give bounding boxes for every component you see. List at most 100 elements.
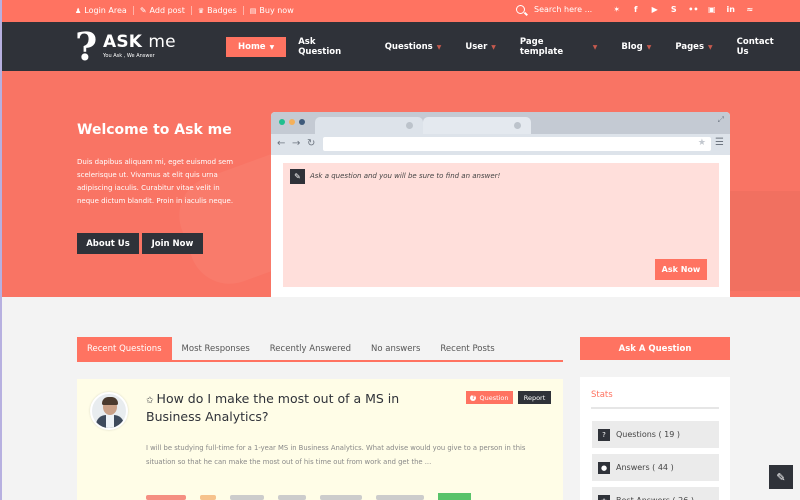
- skype-icon[interactable]: S: [669, 5, 678, 14]
- logo-ask: ASK: [103, 32, 143, 52]
- chevron-down-icon: ▼: [491, 43, 496, 51]
- nav-blog[interactable]: Blog ▼: [609, 37, 663, 57]
- facebook-icon[interactable]: f: [631, 5, 640, 14]
- hamburger-icon: ☰: [715, 137, 724, 148]
- main-menu: Home ▼ Ask Question Questions ▼ User ▼ Page…: [226, 37, 800, 57]
- stat-answers-label: Answers ( 44 ): [616, 463, 674, 472]
- search-input[interactable]: Search here ...: [534, 5, 592, 14]
- flickr-icon[interactable]: ••: [688, 5, 698, 14]
- meta-time: [278, 494, 306, 500]
- tab-close-icon: [406, 122, 413, 129]
- divider: [591, 407, 719, 409]
- divider: [132, 6, 134, 15]
- twitter-icon[interactable]: ✶: [612, 5, 621, 14]
- linkedin-icon[interactable]: in: [726, 5, 735, 14]
- meta-answers[interactable]: [320, 494, 362, 500]
- window-dot-yellow: [289, 119, 295, 125]
- browser-address-bar: ← → ↻ ★ ☰: [271, 134, 730, 155]
- trophy-icon: ♛: [197, 6, 205, 15]
- avatar-hair: [102, 397, 118, 405]
- nav-questions-label: Questions: [384, 42, 433, 52]
- meta-views: [376, 494, 424, 500]
- nav-page-template-label: Page template: [519, 37, 564, 57]
- badges-label: Badges: [207, 6, 237, 15]
- floating-edit-button[interactable]: ✎: [769, 465, 793, 489]
- logo-text[interactable]: ASK me: [103, 32, 176, 52]
- stat-questions[interactable]: ? Questions ( 19 ): [592, 421, 719, 448]
- stat-best-answers[interactable]: ★ Best Answers ( 26 ): [592, 487, 719, 500]
- nav-home[interactable]: Home ▼: [226, 37, 287, 57]
- stat-answers[interactable]: ● Answers ( 44 ): [592, 454, 719, 481]
- add-post-label: Add post: [149, 6, 185, 15]
- stats-widget: Stats ? Questions ( 19 ) ● Answers ( 44 …: [580, 377, 730, 500]
- tab-recent-questions[interactable]: Recent Questions: [77, 337, 172, 361]
- nav-blog-label: Blog: [621, 42, 643, 52]
- youtube-icon[interactable]: ▶: [650, 5, 659, 14]
- question-excerpt: I will be studying full-time for a 1-yea…: [146, 444, 526, 466]
- browser-tab: [423, 117, 531, 134]
- browser-mockup: ⤢ ← → ↻ ★ ☰ ✎ Ask a question and you wil…: [271, 112, 730, 297]
- question-title-text: How do I make the most out of a MS in Bu…: [146, 391, 400, 424]
- pencil-icon: ✎: [290, 169, 305, 184]
- question-title[interactable]: ✩ How do I make the most out of a MS in B…: [146, 391, 426, 425]
- avatar[interactable]: [90, 392, 128, 430]
- meta-status: [146, 494, 186, 500]
- nav-page-template[interactable]: Page template ▼: [508, 37, 610, 57]
- chevron-down-icon: ▼: [269, 43, 275, 51]
- tab-no-answers[interactable]: No answers: [361, 337, 430, 361]
- about-us-button[interactable]: About Us: [77, 233, 139, 254]
- star-icon: ★: [598, 494, 610, 500]
- solved-badge: [438, 493, 471, 500]
- top-bar: ♟ Login Area ✎ Add post ♛ Badges ▤ Buy n…: [2, 0, 800, 22]
- pencil-icon: ✎: [776, 470, 786, 484]
- tab-most-responses[interactable]: Most Responses: [172, 337, 260, 361]
- login-area-label: Login Area: [84, 6, 127, 15]
- divider: [190, 6, 192, 15]
- browser-tab-strip: ⤢: [271, 112, 730, 134]
- nav-user-label: User: [465, 42, 488, 52]
- add-post-link[interactable]: ✎ Add post: [140, 6, 185, 15]
- window-dot-blue: [299, 119, 305, 125]
- tab-recent-posts[interactable]: Recent Posts: [430, 337, 504, 361]
- nav-questions[interactable]: Questions ▼: [373, 37, 454, 57]
- nav-pages[interactable]: Pages ▼: [663, 37, 724, 57]
- window-dot-green: [279, 119, 285, 125]
- login-area-link[interactable]: ♟ Login Area: [75, 6, 127, 15]
- question-icon: ?: [598, 428, 610, 441]
- buy-now-link[interactable]: ▤ Buy now: [250, 6, 294, 15]
- chevron-down-icon: ▼: [436, 43, 442, 51]
- tab-recently-answered[interactable]: Recently Answered: [260, 337, 361, 361]
- hero-text: Duis dapibus aliquam mi, eget euismod se…: [77, 158, 234, 205]
- nav-user[interactable]: User ▼: [453, 37, 508, 57]
- ask-question-input[interactable]: Ask a question and you will be sure to f…: [310, 172, 500, 180]
- meta-rating: [200, 494, 216, 500]
- tab-close-icon: [514, 122, 521, 129]
- pin-icon: ✩: [146, 396, 154, 406]
- star-icon: ★: [697, 138, 706, 148]
- nav-ask-question[interactable]: Ask Question: [286, 37, 372, 57]
- chevron-down-icon: ▼: [592, 43, 598, 51]
- nav-contact-us[interactable]: Contact Us: [725, 37, 800, 57]
- ask-a-question-button[interactable]: Ask A Question: [580, 337, 730, 360]
- pencil-icon: ✎: [139, 6, 147, 15]
- nav-ask-question-label: Ask Question: [298, 37, 342, 57]
- divider: [242, 6, 244, 15]
- question-card: ✩ How do I make the most out of a MS in B…: [77, 379, 563, 500]
- logo-question-mark[interactable]: ?: [75, 28, 97, 66]
- rss-icon[interactable]: ≈: [745, 5, 754, 14]
- search-icon[interactable]: [516, 5, 525, 14]
- reload-icon: ↻: [307, 138, 316, 149]
- user-icon: ♟: [75, 6, 82, 15]
- instagram-icon[interactable]: ▣: [707, 5, 716, 14]
- ask-question-box[interactable]: ✎ Ask a question and you will be sure to…: [283, 163, 719, 287]
- meta-category[interactable]: [230, 494, 264, 500]
- ask-now-button[interactable]: Ask Now: [655, 259, 707, 280]
- cart-icon: ▤: [249, 6, 257, 15]
- question-type-badge[interactable]: ? Question: [466, 391, 513, 404]
- browser-tab: [315, 117, 423, 134]
- badges-link[interactable]: ♛ Badges: [198, 6, 237, 15]
- top-links: ♟ Login Area ✎ Add post ♛ Badges ▤ Buy n…: [75, 6, 294, 15]
- join-now-button[interactable]: Join Now: [142, 233, 203, 254]
- buy-now-label: Buy now: [259, 6, 294, 15]
- report-button[interactable]: Report: [518, 391, 551, 404]
